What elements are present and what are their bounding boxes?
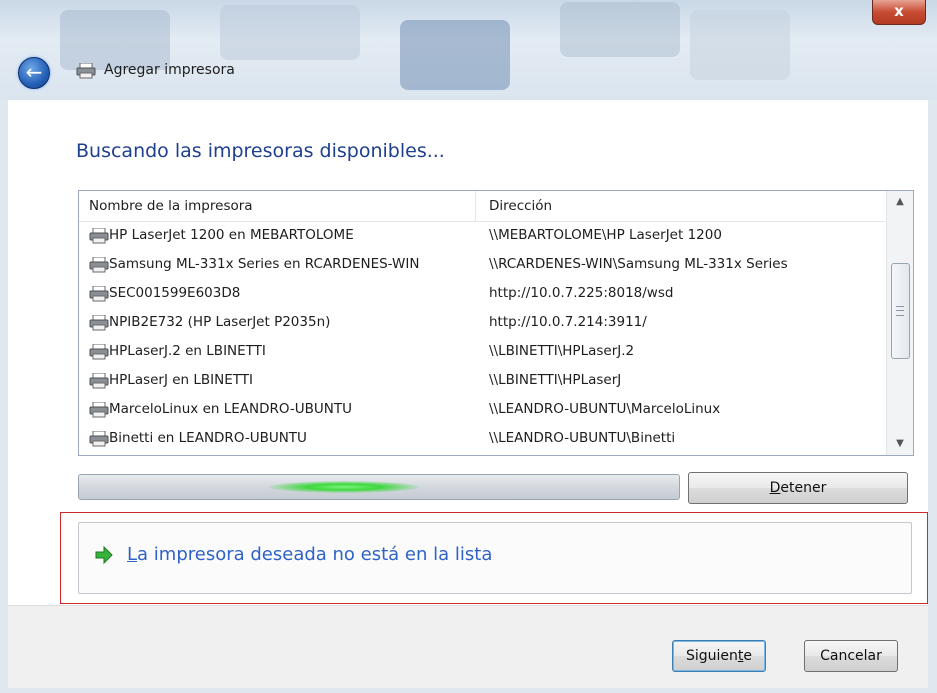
search-progress-bar xyxy=(78,474,680,500)
printer-name: Binetti en LEANDRO-UBUNTU xyxy=(109,430,307,446)
close-icon: x xyxy=(894,2,904,20)
printer-address: \\MEBARTOLOME\HP LaserJet 1200 xyxy=(489,227,722,243)
footer-bar: Siguiente Cancelar xyxy=(8,605,928,688)
scroll-up-icon[interactable]: ▲ xyxy=(887,191,913,213)
printer-name: HP LaserJet 1200 en MEBARTOLOME xyxy=(109,227,354,243)
next-button[interactable]: Siguiente xyxy=(672,640,766,672)
link-label: La impresora deseada no está en la lista xyxy=(127,544,493,565)
column-header-address[interactable]: Dirección xyxy=(489,191,869,221)
printer-address: \\LBINETTI\HPLaserJ xyxy=(489,372,622,388)
printer-name: SEC001599E603D8 xyxy=(109,285,241,301)
printer-icon xyxy=(89,315,109,331)
printer-icon xyxy=(89,228,109,244)
list-item[interactable]: SEC001599E603D8 http://10.0.7.225:8018/w… xyxy=(79,280,885,309)
background-art-printer xyxy=(220,5,360,60)
background-art-pc xyxy=(60,10,170,70)
list-item[interactable]: HP LaserJet 1200 en MEBARTOLOME \\MEBART… xyxy=(79,222,885,251)
printer-icon xyxy=(89,373,109,389)
printer-icon xyxy=(89,257,109,273)
printer-address: http://10.0.7.214:3911/ xyxy=(489,314,647,330)
printer-icon xyxy=(89,344,109,360)
printer-name: HPLaserJ.2 en LBINETTI xyxy=(109,343,266,359)
printer-icon xyxy=(89,286,109,302)
window-title: Agregar impresora xyxy=(104,62,235,78)
background-art-device-2 xyxy=(690,10,790,80)
cancel-button[interactable]: Cancelar xyxy=(804,640,898,672)
printer-address: \\LEANDRO-UBUNTU\Binetti xyxy=(489,430,676,446)
scrollbar-thumb[interactable] xyxy=(891,263,910,359)
printer-address: \\RCARDENES-WIN\Samsung ML-331x Series xyxy=(489,256,788,272)
printer-icon xyxy=(89,431,109,447)
add-printer-window: x ← Agregar impresora Buscando las impre… xyxy=(0,0,937,693)
printer-address: http://10.0.7.225:8018/wsd xyxy=(489,285,674,301)
printer-name: Samsung ML-331x Series en RCARDENES-WIN xyxy=(109,256,420,272)
back-button[interactable]: ← xyxy=(18,57,50,89)
printer-name: HPLaserJ en LBINETTI xyxy=(109,372,254,388)
scroll-down-icon[interactable]: ▼ xyxy=(887,433,913,455)
title-bar: x ← Agregar impresora xyxy=(0,0,937,100)
list-item[interactable]: HPLaserJ en LBINETTI \\LBINETTI\HPLaserJ xyxy=(79,367,885,396)
back-arrow-icon: ← xyxy=(25,60,43,84)
background-art-laptop xyxy=(400,20,510,90)
page-heading: Buscando las impresoras disponibles... xyxy=(76,140,445,162)
grip-icon xyxy=(896,306,904,316)
list-rows: HP LaserJet 1200 en MEBARTOLOME \\MEBART… xyxy=(79,222,885,454)
green-arrow-icon xyxy=(95,545,113,565)
printer-not-listed-link[interactable]: La impresora deseada no está en la lista xyxy=(78,522,912,594)
column-header-name[interactable]: Nombre de la impresora xyxy=(89,191,476,221)
vertical-scrollbar[interactable]: ▲ ▼ xyxy=(886,191,913,455)
background-art-device xyxy=(560,2,680,57)
printer-icon xyxy=(89,402,109,418)
printer-name: MarceloLinux en LEANDRO-UBUNTU xyxy=(109,401,353,417)
list-header: Nombre de la impresora Dirección xyxy=(79,191,885,222)
printer-name: NPIB2E732 (HP LaserJet P2035n) xyxy=(109,314,331,330)
printer-address: \\LBINETTI\HPLaserJ.2 xyxy=(489,343,635,359)
progress-marquee xyxy=(269,481,419,493)
printer-icon xyxy=(76,63,96,79)
list-item[interactable]: Binetti en LEANDRO-UBUNTU \\LEANDRO-UBUN… xyxy=(79,425,885,454)
list-item[interactable]: Samsung ML-331x Series en RCARDENES-WIN … xyxy=(79,251,885,280)
list-item[interactable]: MarceloLinux en LEANDRO-UBUNTU \\LEANDRO… xyxy=(79,396,885,425)
printer-list[interactable]: Nombre de la impresora Dirección HP Lase… xyxy=(78,190,914,456)
stop-button[interactable]: Detener xyxy=(688,472,908,504)
list-item[interactable]: HPLaserJ.2 en LBINETTI \\LBINETTI\HPLase… xyxy=(79,338,885,367)
close-button[interactable]: x xyxy=(872,0,926,25)
printer-address: \\LEANDRO-UBUNTU\MarceloLinux xyxy=(489,401,721,417)
content-area: Buscando las impresoras disponibles... N… xyxy=(8,100,928,605)
list-item[interactable]: NPIB2E732 (HP LaserJet P2035n) http://10… xyxy=(79,309,885,338)
